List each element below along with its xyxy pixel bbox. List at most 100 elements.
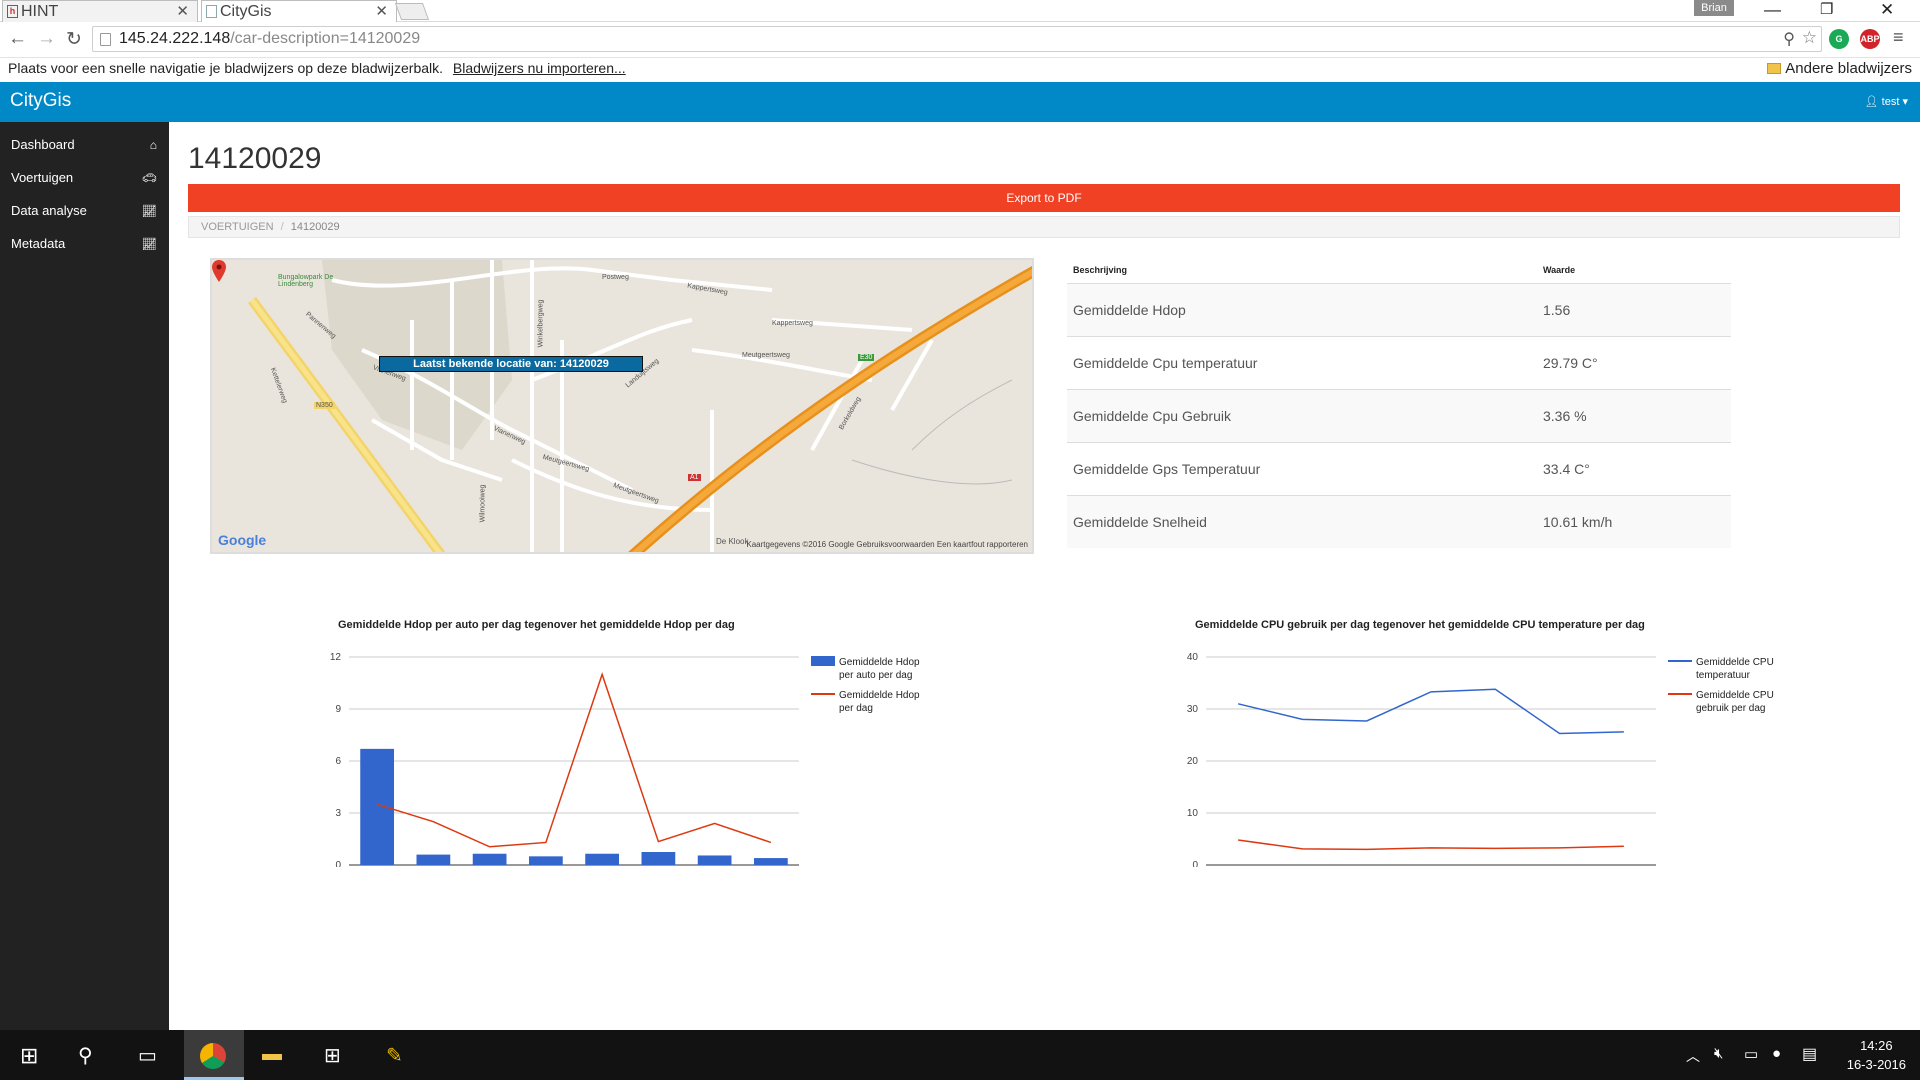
sidebar-item-data-analyse[interactable]: Data analyse 📈︎	[0, 194, 169, 227]
sidebar-item-label: Data analyse	[11, 203, 87, 218]
map-place-label: De Klook	[716, 537, 749, 546]
breadcrumb-voertuigen[interactable]: VOERTUIGEN	[201, 221, 274, 233]
show-hidden-icons-icon[interactable]: ︿	[1686, 1046, 1700, 1066]
main-content: 14120029 Export to PDF VOERTUIGEN / 1412…	[169, 122, 1920, 1030]
windows-start-icon[interactable]: ⊞	[20, 1043, 38, 1069]
y-tick-label: 20	[1187, 756, 1199, 767]
legend-label: Gemiddelde CPU	[1696, 657, 1774, 668]
task-view-icon[interactable]: ▭	[138, 1043, 157, 1068]
sidebar: Dashboard ⌂ Voertuigen 🚗︎ Data analyse 📈︎ M…	[0, 122, 169, 1030]
profile-chip[interactable]: Brian	[1694, 0, 1734, 16]
y-tick-label: 0	[335, 860, 341, 867]
reload-icon[interactable]: ↻	[66, 28, 82, 51]
brand-link[interactable]: CityGis	[10, 90, 71, 112]
chart-icon: 📈︎	[141, 237, 157, 251]
paint-icon[interactable]: ✎	[386, 1043, 403, 1068]
bookmarks-message: Plaats voor een snelle navigatie je blad…	[8, 60, 444, 76]
new-tab-button[interactable]	[394, 3, 430, 20]
user-menu[interactable]: 👤︎ test ▾	[1865, 95, 1908, 108]
extension-green-icon[interactable]: G	[1829, 29, 1849, 49]
legend-label: per dag	[839, 703, 873, 714]
folder-icon	[1767, 63, 1782, 74]
chart-title-hdop: Gemiddelde Hdop per auto per dag tegenov…	[338, 619, 735, 631]
sidebar-item-label: Dashboard	[11, 137, 75, 152]
bar	[641, 852, 676, 865]
browser-tab-strip: h HINT ✕ CityGis ✕ Brian — ❐ ✕	[0, 0, 1920, 22]
page-title: 14120029	[188, 142, 322, 175]
sidebar-item-metadata[interactable]: Metadata 📈︎	[0, 227, 169, 260]
notifications-icon[interactable]: ▤	[1802, 1044, 1817, 1064]
bar	[754, 858, 788, 865]
map-street-label: E30	[858, 354, 875, 361]
cell-description: Gemiddelde Cpu Gebruik	[1067, 388, 1537, 442]
map-marker-icon[interactable]	[212, 260, 226, 282]
forward-arrow-icon[interactable]: →	[37, 28, 56, 50]
bar	[416, 854, 451, 865]
table-row: Gemiddelde Gps Temperatuur 33.4 C°	[1067, 441, 1731, 495]
map-street-label: Wilmooiweg	[479, 484, 487, 523]
minimize-icon[interactable]: —	[1764, 0, 1781, 20]
legend-swatch	[811, 656, 835, 666]
battery-icon[interactable]: ▭	[1744, 1045, 1758, 1063]
zoom-icon[interactable]: ⚲	[1783, 29, 1795, 49]
network-icon[interactable]: ●	[1772, 1045, 1781, 1062]
tab-label: HINT	[21, 3, 59, 20]
sidebar-item-label: Metadata	[11, 236, 66, 251]
y-tick-label: 3	[335, 808, 341, 819]
header-beschrijving: Beschrijving	[1073, 265, 1128, 276]
tab-hint[interactable]: h HINT ✕	[2, 0, 198, 22]
volume-muted-icon[interactable]: 🔇︎	[1714, 1045, 1723, 1062]
y-tick-label: 0	[1192, 860, 1198, 867]
close-window-icon[interactable]: ✕	[1880, 0, 1894, 20]
table-header: Beschrijving Waarde	[1067, 258, 1731, 283]
chart-title-cpu: Gemiddelde CPU gebruik per dag tegenover…	[1195, 619, 1645, 631]
cell-description: Gemiddelde Cpu temperatuur	[1067, 335, 1537, 389]
caret-down-icon: ▾	[1902, 96, 1908, 108]
table-row: Gemiddelde Hdop 1.56	[1067, 282, 1731, 336]
cell-description: Gemiddelde Hdop	[1067, 282, 1537, 336]
restore-icon[interactable]: ❐	[1820, 0, 1833, 18]
file-explorer-icon[interactable]: ▬	[262, 1043, 282, 1066]
cell-description: Gemiddelde Snelheid	[1067, 494, 1537, 548]
export-pdf-button[interactable]: Export to PDF	[188, 184, 1900, 212]
table-row: Gemiddelde Snelheid 10.61 km/h	[1067, 494, 1731, 548]
back-arrow-icon[interactable]: ←	[8, 28, 27, 50]
map-street-label: N350	[314, 402, 335, 409]
legend-label: gebruik per dag	[1696, 703, 1766, 714]
close-tab-icon[interactable]: ✕	[375, 2, 388, 20]
chart-icon: 📈︎	[141, 204, 157, 218]
series-line	[1237, 688, 1624, 735]
header-waarde: Waarde	[1543, 265, 1576, 276]
y-tick-label: 10	[1187, 808, 1199, 819]
adblock-icon[interactable]: ABP	[1860, 29, 1880, 49]
bookmark-star-icon[interactable]: ☆	[1802, 28, 1817, 48]
legend-label: Gemiddelde CPU	[1696, 690, 1774, 701]
location-map[interactable]: Postweg Kappertsweg Kappertsweg Meutgeer…	[210, 258, 1034, 554]
store-icon[interactable]: ⊞	[324, 1043, 341, 1068]
search-icon[interactable]: ⚲	[78, 1043, 93, 1068]
page-icon	[100, 33, 111, 46]
other-bookmarks-label: Andere bladwijzers	[1785, 60, 1912, 77]
menu-icon[interactable]: ≡	[1893, 27, 1904, 48]
legend-label: temperatuur	[1696, 670, 1751, 681]
user-icon: 👤︎	[1864, 96, 1879, 108]
taskbar-clock[interactable]: 14:26 16-3-2016	[1847, 1036, 1906, 1074]
address-bar[interactable]: 145.24.222.148/car-description=14120029 …	[92, 26, 1822, 52]
chrome-icon[interactable]	[200, 1043, 226, 1069]
tab-label: CityGis	[220, 3, 272, 20]
map-street-label: Meutgeertsweg	[742, 352, 790, 359]
close-tab-icon[interactable]: ✕	[176, 2, 189, 20]
y-tick-label: 40	[1187, 652, 1199, 663]
bar	[360, 748, 394, 865]
y-tick-label: 6	[335, 756, 341, 767]
import-bookmarks-link[interactable]: Bladwijzers nu importeren...	[453, 60, 626, 76]
sidebar-item-dashboard[interactable]: Dashboard ⌂	[0, 128, 169, 161]
bar	[585, 853, 619, 865]
tab-citygis[interactable]: CityGis ✕	[201, 0, 397, 22]
legend-label: Gemiddelde Hdop	[839, 690, 920, 701]
sidebar-item-label: Voertuigen	[11, 170, 74, 185]
map-street-label: Kappertsweg	[772, 320, 813, 327]
sidebar-item-voertuigen[interactable]: Voertuigen 🚗︎	[0, 161, 169, 194]
map-attribution[interactable]: Kaartgegevens ©2016 Google Gebruiksvoorw…	[746, 540, 1028, 549]
other-bookmarks[interactable]: Andere bladwijzers	[1767, 60, 1912, 77]
